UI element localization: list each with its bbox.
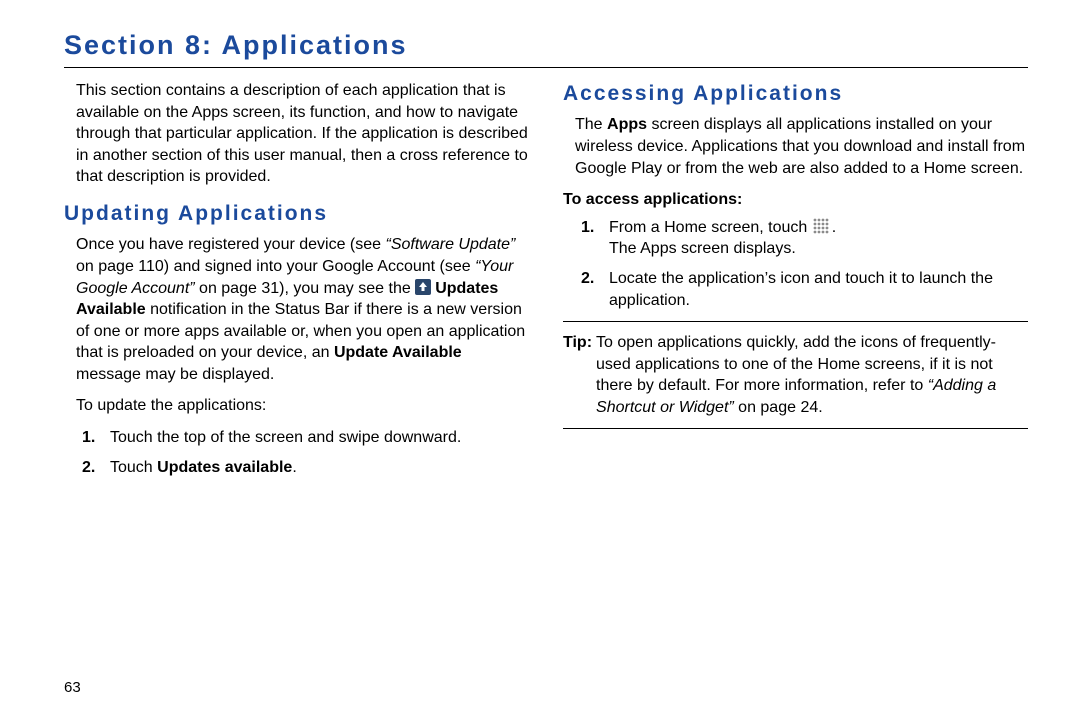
step-number: 2. [82, 457, 95, 479]
step-text: Touch Updates available. [110, 459, 297, 476]
update-available-icon [415, 279, 431, 295]
tip-block: Tip: To open applications quickly, add t… [563, 321, 1028, 429]
text-run: on page 110) and signed into your Google… [76, 258, 475, 275]
manual-page: Section 8: Applications This section con… [0, 0, 1080, 720]
page-number: 63 [64, 679, 81, 696]
step-number: 1. [82, 427, 95, 449]
updating-paragraph: Once you have registered your device (se… [76, 234, 529, 385]
updates-available-link: Updates available [157, 459, 292, 476]
step-text: Locate the application’s icon and touch … [609, 270, 993, 309]
section-title: Section 8: Applications [64, 30, 1028, 61]
accessing-paragraph: The Apps screen displays all application… [575, 114, 1028, 179]
title-rule [64, 67, 1028, 68]
text-run: Touch [110, 459, 157, 476]
text-run: From a Home screen, touch [609, 219, 812, 236]
text-run: Once you have registered your device (se… [76, 236, 386, 253]
intro-paragraph: This section contains a description of e… [76, 80, 529, 188]
text-run: . [292, 459, 296, 476]
step-number: 1. [581, 217, 594, 239]
update-step-2: 2. Touch Updates available. [82, 457, 529, 479]
text-run: The [575, 116, 607, 133]
two-column-layout: This section contains a description of e… [64, 80, 1028, 488]
updating-applications-heading: Updating Applications [64, 200, 529, 228]
update-steps-list: 1. Touch the top of the screen and swipe… [82, 427, 529, 478]
accessing-applications-heading: Accessing Applications [563, 80, 1028, 108]
cross-ref-software-update: “Software Update” [386, 236, 516, 253]
access-step-2: 2. Locate the application’s icon and tou… [581, 268, 1028, 311]
tip-body: To open applications quickly, add the ic… [596, 332, 1028, 418]
step-text: From a Home screen, touch . [609, 217, 1028, 239]
access-steps-list: 1. From a Home screen, touch . The Apps … [581, 217, 1028, 311]
text-run: on page 24. [734, 399, 823, 416]
apps-grid-icon [813, 218, 831, 234]
update-step-1: 1. Touch the top of the screen and swipe… [82, 427, 529, 449]
step-text: Touch the top of the screen and swipe do… [110, 429, 461, 446]
step-text-line2: The Apps screen displays. [609, 238, 1028, 260]
update-available-bold: Update Available [334, 344, 462, 361]
text-run: on page 31), you may see the [195, 280, 416, 297]
left-column: This section contains a description of e… [64, 80, 529, 488]
apps-bold: Apps [607, 116, 647, 133]
to-update-label: To update the applications: [76, 395, 529, 417]
access-step-1: 1. From a Home screen, touch . The Apps … [581, 217, 1028, 260]
right-column: Accessing Applications The Apps screen d… [563, 80, 1028, 488]
text-run: message may be displayed. [76, 366, 274, 383]
to-access-label: To access applications: [563, 189, 1028, 211]
tip-label: Tip: [563, 332, 592, 418]
text-run: . [832, 219, 836, 236]
step-number: 2. [581, 268, 594, 290]
